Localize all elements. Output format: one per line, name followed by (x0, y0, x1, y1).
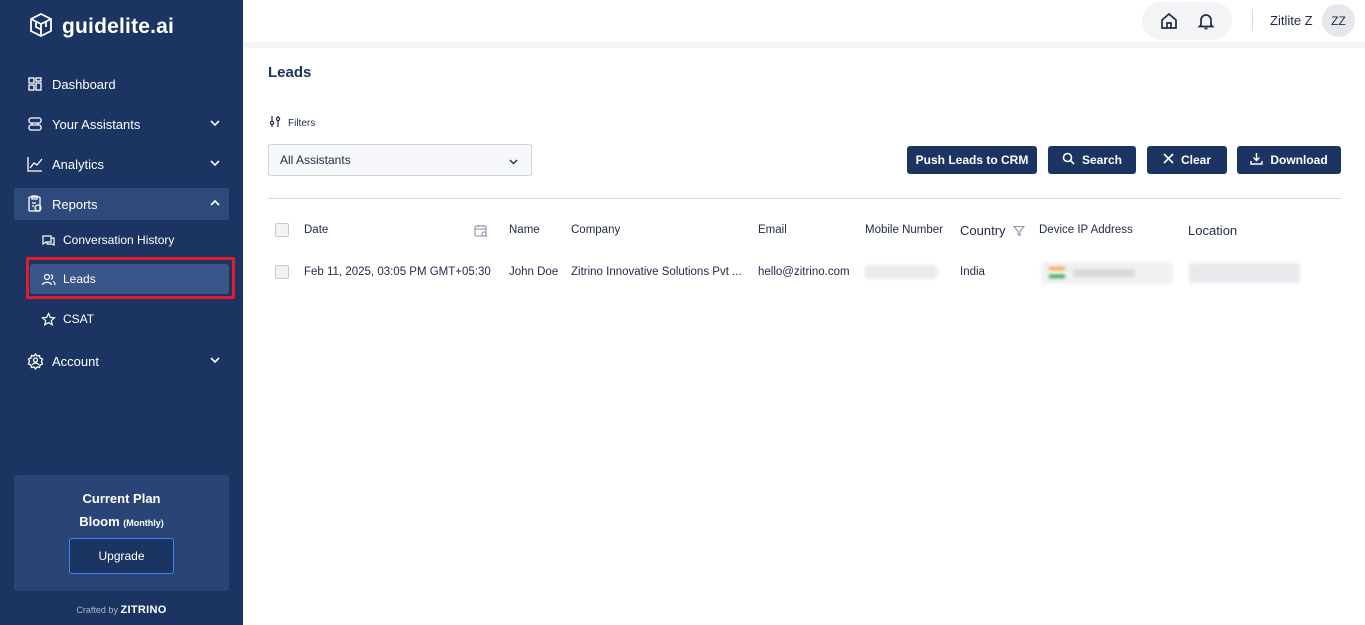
search-icon (1062, 152, 1075, 168)
chevron-up-icon (209, 197, 221, 212)
nav-dashboard[interactable]: Dashboard (14, 68, 229, 100)
row-company: Zitrino Innovative Solutions Pvt ... (571, 266, 742, 278)
dashboard-icon (26, 75, 44, 93)
user-name[interactable]: Zitlite Z (1270, 13, 1313, 28)
chevron-down-icon (209, 157, 221, 172)
brand-logo[interactable]: guidelite.ai (28, 12, 174, 41)
nav-account[interactable]: Account (14, 345, 229, 377)
nav-csat[interactable]: CSAT (30, 304, 229, 334)
home-icon[interactable] (1159, 11, 1179, 31)
plan-name: Bloom (Monthly) (14, 514, 229, 529)
toolbar-divider (268, 198, 1341, 199)
nav-csat-label: CSAT (63, 312, 95, 326)
filter-sliders-icon (269, 115, 282, 131)
flag-icon (1049, 267, 1065, 278)
column-header-country[interactable]: Country (960, 223, 1006, 238)
topbar-divider (243, 42, 1365, 48)
search-button[interactable]: Search (1048, 146, 1136, 174)
row-location-redacted (1189, 263, 1300, 283)
users-icon (40, 271, 56, 287)
crafted-prefix: Crafted by (76, 605, 118, 615)
assistant-icon (26, 115, 44, 133)
row-country: India (960, 266, 985, 278)
column-header-location[interactable]: Location (1188, 223, 1237, 238)
crafted-by: Crafted by ZITRINO (0, 604, 243, 616)
push-leads-to-crm-button[interactable]: Push Leads to CRM (907, 146, 1037, 174)
reports-icon (26, 195, 44, 213)
row-mobile-redacted (865, 265, 937, 279)
upgrade-button[interactable]: Upgrade (69, 538, 174, 574)
plan-title: Current Plan (82, 491, 161, 506)
plan-name-value: Bloom (79, 514, 120, 529)
nav-reports[interactable]: Reports (14, 188, 229, 220)
nav-dashboard-label: Dashboard (52, 76, 116, 92)
filter-funnel-icon[interactable] (1012, 225, 1026, 240)
bell-icon[interactable] (1196, 11, 1216, 31)
ip-redacted-text (1073, 269, 1135, 277)
filters-toggle[interactable]: Filters (269, 115, 315, 131)
download-icon (1250, 152, 1264, 168)
star-icon (40, 311, 56, 327)
nav-conversation-history-label: Conversation History (63, 233, 175, 247)
avatar[interactable]: ZZ (1322, 4, 1355, 37)
nav-analytics-label: Analytics (52, 156, 105, 172)
row-device-ip-redacted (1041, 262, 1173, 284)
assistant-select-value: All Assistants (280, 153, 351, 167)
nav-your-assistants[interactable]: Your Assistants (14, 108, 229, 140)
sidebar: guidelite.ai Dashboard Your Assistants A… (0, 0, 243, 625)
analytics-icon (26, 155, 44, 173)
close-icon (1163, 153, 1174, 167)
chevron-down-icon (209, 117, 221, 132)
column-header-device-ip-address[interactable]: Device IP Address (1039, 224, 1133, 236)
nav-analytics[interactable]: Analytics (14, 148, 229, 180)
column-header-name[interactable]: Name (509, 224, 540, 236)
row-name: John Doe (509, 266, 559, 278)
page-title: Leads (268, 64, 312, 81)
chevron-down-icon (508, 156, 519, 170)
nav-conversation-history[interactable]: Conversation History (30, 225, 229, 255)
chevron-down-icon (209, 354, 221, 369)
nav-leads[interactable]: Leads (30, 264, 229, 294)
brand-name: guidelite.ai (62, 14, 175, 38)
calendar-icon[interactable] (474, 224, 488, 241)
column-header-company[interactable]: Company (571, 224, 620, 236)
download-label: Download (1270, 153, 1328, 167)
crafted-brand[interactable]: ZITRINO (120, 604, 166, 616)
column-header-mobile-number[interactable]: Mobile Number (865, 224, 943, 236)
push-leads-label: Push Leads to CRM (915, 153, 1029, 167)
plan-period: (Monthly) (123, 518, 164, 528)
column-header-email[interactable]: Email (758, 224, 787, 236)
row-email: hello@zitrino.com (758, 266, 850, 278)
assistant-select[interactable]: All Assistants (268, 144, 532, 176)
nav-leads-label: Leads (63, 272, 96, 286)
nav-your-assistants-label: Your Assistants (52, 116, 141, 132)
nav-reports-label: Reports (52, 196, 98, 212)
select-all-checkbox[interactable] (275, 223, 289, 237)
clear-label: Clear (1180, 153, 1212, 167)
search-label: Search (1081, 153, 1123, 167)
chat-history-icon (40, 232, 56, 248)
account-gear-icon (26, 352, 44, 370)
row-date: Feb 11, 2025, 03:05 PM GMT+05:30 (304, 266, 491, 278)
nav-account-label: Account (52, 353, 99, 369)
filters-label: Filters (288, 117, 316, 129)
clear-button[interactable]: Clear (1147, 146, 1227, 174)
download-button[interactable]: Download (1237, 146, 1341, 174)
topbar-icon-group (1142, 2, 1232, 40)
logo-icon (28, 12, 54, 41)
current-plan-card: Current Plan Bloom (Monthly) Upgrade (14, 475, 229, 591)
column-header-date[interactable]: Date (304, 224, 328, 236)
row-checkbox[interactable] (275, 265, 289, 279)
topbar-separator (1252, 9, 1253, 31)
